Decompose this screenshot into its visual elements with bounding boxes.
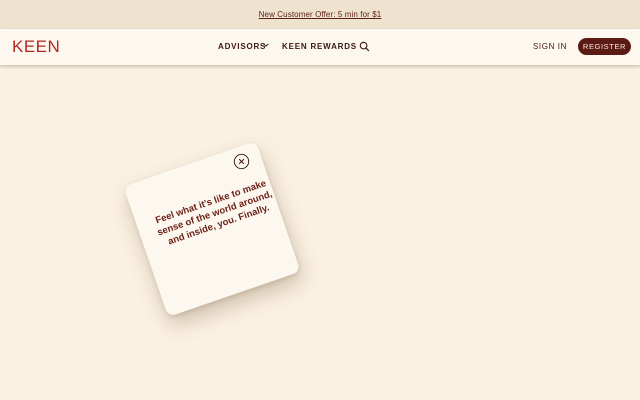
nav-advisors[interactable]: ADVISORS bbox=[218, 42, 266, 51]
keen-logo[interactable]: KEEN bbox=[12, 37, 60, 57]
promo-bar: New Customer Offer: 5 min for $1 bbox=[0, 0, 640, 29]
promo-offer-link[interactable]: New Customer Offer: 5 min for $1 bbox=[259, 10, 382, 19]
sign-in-link[interactable]: SIGN IN bbox=[533, 42, 567, 51]
chevron-down-icon[interactable] bbox=[262, 41, 270, 49]
search-icon[interactable] bbox=[359, 41, 370, 52]
register-button[interactable]: REGISTER bbox=[578, 38, 631, 55]
top-navigation: KEEN ADVISORS KEEN REWARDS SIGN IN REGIS… bbox=[0, 29, 640, 66]
close-icon[interactable] bbox=[233, 153, 250, 170]
nav-keen-rewards[interactable]: KEEN REWARDS bbox=[282, 42, 357, 51]
